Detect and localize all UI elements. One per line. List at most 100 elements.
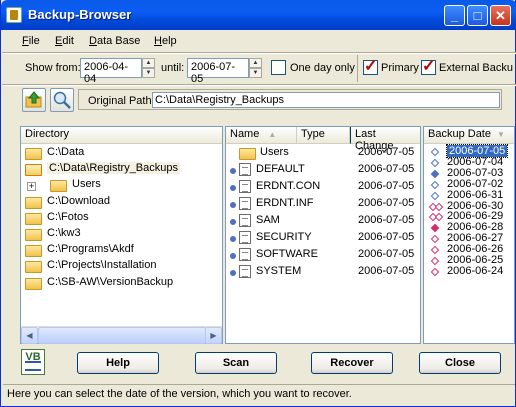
directory-item-label: C:\Data (47, 146, 85, 158)
until-date-spinner[interactable]: ▲ ▼ (249, 58, 262, 78)
directory-item[interactable]: C:\kw3 (25, 227, 81, 243)
filter-divider (357, 55, 358, 82)
folder-icon (25, 146, 42, 161)
version-marker-icon (430, 256, 440, 266)
file-last-change: 2006-07-05 (358, 265, 415, 277)
folder-icon (239, 146, 256, 161)
directory-item[interactable]: C:\Programs\Akdf (25, 243, 134, 259)
file-last-change: 2006-07-05 (358, 146, 415, 158)
files-pane[interactable]: Name ▲ Type Last Change Users 2006-07-05 D… (225, 126, 421, 344)
sort-descending-icon: ▼ (497, 130, 505, 139)
file-icon (239, 163, 251, 176)
file-last-change: 2006-07-05 (358, 163, 415, 175)
file-row[interactable]: DEFAULT 2006-07-05 (239, 163, 419, 179)
directory-item-label: C:\SB-AW\VersionBackup (47, 275, 174, 288)
backup-date-pane[interactable]: Backup Date ▼ 2006-07-05 2006-07-04 2006-0… (423, 126, 515, 344)
folder-icon (25, 259, 42, 274)
file-last-change: 2006-07-05 (358, 214, 415, 226)
expand-icon[interactable]: + (27, 182, 36, 192)
backup-date-header[interactable]: Backup Date ▼ (424, 127, 514, 144)
file-status-icon (230, 270, 236, 276)
version-marker-icon (430, 224, 440, 233)
scan-button[interactable]: Scan (195, 352, 277, 374)
recover-button[interactable]: Recover (311, 352, 393, 374)
close-window-button[interactable]: ✕ (490, 5, 511, 26)
file-row[interactable]: SAM 2006-07-05 (239, 214, 419, 230)
file-status-icon (230, 236, 236, 242)
from-date-spinner[interactable]: ▲ ▼ (142, 58, 155, 78)
original-path-label: Original Path (88, 95, 152, 107)
spin-down-icon[interactable]: ▼ (249, 68, 262, 78)
directory-item[interactable]: C:\Projects\Installation (25, 259, 156, 275)
file-row[interactable]: SYSTEM 2006-07-05 (239, 265, 419, 281)
menu-help[interactable]: Help (154, 35, 177, 47)
version-marker-icon (430, 147, 440, 157)
one-day-only-checkbox[interactable] (271, 60, 286, 75)
column-name-header[interactable]: Name ▲ (226, 127, 297, 144)
file-row[interactable]: ERDNT.INF 2006-07-05 (239, 197, 419, 213)
file-icon (239, 265, 251, 278)
directory-item[interactable]: Users (50, 178, 101, 194)
file-name: SYSTEM (256, 265, 302, 278)
menu-database[interactable]: Data Base (89, 35, 140, 47)
file-name: SOFTWARE (256, 248, 318, 261)
version-marker-icon (430, 191, 440, 200)
directory-item-label: C:\Projects\Installation (47, 259, 157, 272)
scroll-thumb[interactable] (38, 327, 206, 344)
file-name: ERDNT.INF (256, 197, 314, 210)
directory-hscrollbar[interactable]: ◀ ▶ (21, 326, 222, 344)
spin-up-icon[interactable]: ▲ (142, 58, 155, 68)
file-status-icon (230, 219, 236, 225)
backup-date-item[interactable]: 2006-06-24 (447, 265, 503, 277)
menu-bar: File Edit Data Base Help (2, 32, 516, 52)
directory-item[interactable]: C:\SB-AW\VersionBackup (25, 276, 173, 292)
spin-up-icon[interactable]: ▲ (249, 58, 262, 68)
file-row[interactable]: SOFTWARE 2006-07-05 (239, 248, 419, 264)
directory-item[interactable]: C:\Data\Registry_Backups (25, 162, 180, 178)
scroll-right-icon[interactable]: ▶ (205, 327, 222, 344)
file-name: SECURITY (256, 231, 312, 244)
maximize-button[interactable]: □ (467, 5, 488, 26)
open-folder-icon (25, 162, 42, 177)
file-row[interactable]: Users 2006-07-05 (239, 146, 419, 162)
title-bar[interactable]: Backup-Browser _ □ ✕ (1, 0, 516, 30)
spin-down-icon[interactable]: ▼ (142, 68, 155, 78)
version-marker-icon (430, 158, 440, 168)
original-path-field[interactable]: C:\Data\Registry_Backups (152, 92, 500, 108)
scroll-left-icon[interactable]: ◀ (21, 327, 38, 344)
file-icon (239, 197, 251, 210)
column-type-header[interactable]: Type (297, 127, 350, 144)
column-last-change-header[interactable]: Last Change (350, 127, 420, 152)
file-row[interactable]: ERDNT.CON 2006-07-05 (239, 180, 419, 196)
file-name: DEFAULT (256, 163, 305, 176)
file-last-change: 2006-07-05 (358, 197, 415, 209)
menu-edit[interactable]: Edit (55, 35, 74, 47)
directory-item[interactable]: C:\Download (25, 195, 110, 211)
directory-header[interactable]: Directory (21, 127, 222, 144)
external-backup-checkbox[interactable] (421, 56, 436, 76)
file-icon (239, 214, 251, 227)
menu-file[interactable]: File (22, 35, 40, 47)
close-button[interactable]: Close (419, 352, 501, 374)
file-name: Users (260, 146, 289, 158)
from-date-field[interactable]: 2006-04-04 (80, 58, 142, 85)
up-folder-button[interactable] (22, 88, 46, 112)
external-backup-label: External Backu (439, 62, 513, 74)
file-row[interactable]: SECURITY 2006-07-05 (239, 231, 419, 247)
search-button[interactable] (50, 88, 74, 112)
help-button[interactable]: Help (77, 352, 159, 374)
directory-item[interactable]: C:\Fotos (25, 211, 89, 227)
status-bar: Here you can select the date of the vers… (3, 384, 515, 404)
up-folder-icon (25, 91, 42, 108)
until-date-field[interactable]: 2006-07-05 (187, 58, 249, 85)
folder-icon (25, 276, 42, 290)
minimize-button[interactable]: _ (444, 5, 465, 26)
primary-checkbox[interactable] (363, 56, 378, 76)
version-marker-icon (430, 267, 440, 277)
file-last-change: 2006-07-05 (358, 248, 415, 260)
file-icon (239, 231, 251, 244)
directory-item-label: C:\Data\Registry_Backups (47, 162, 180, 175)
directory-pane[interactable]: Directory C:\Data C:\Data\Registry_Backup… (20, 126, 223, 344)
directory-item[interactable]: C:\Data (25, 146, 84, 162)
folder-icon (25, 227, 42, 242)
